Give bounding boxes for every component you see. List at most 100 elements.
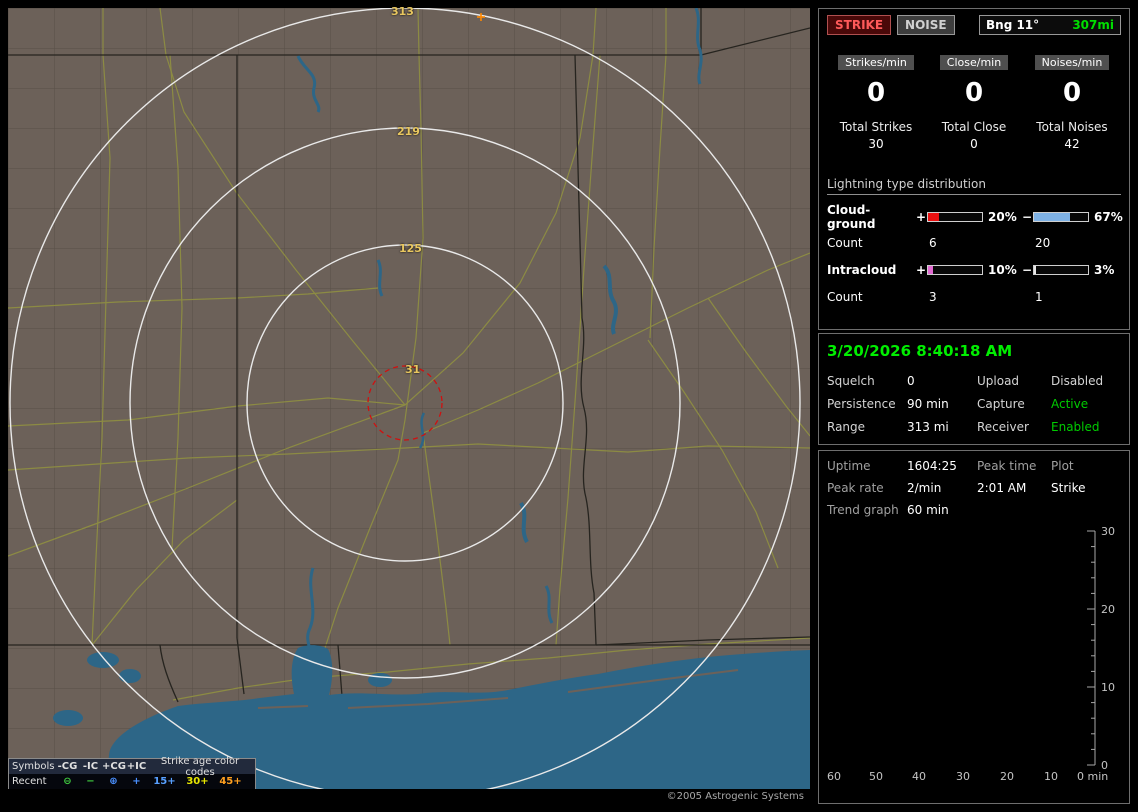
range-ring-label: 313 [391,5,414,18]
cloud-ground-label: Cloud-ground [827,203,876,231]
cg-minus-fill [1034,213,1071,221]
trend-x-labels: 60 50 40 30 20 10 0 min [827,770,1108,783]
mode-row: STRIKE NOISE Bng 11° 307mi [827,15,1121,35]
plot-value: Strike [1051,481,1086,495]
capture-label: Capture [977,397,1025,411]
ic-plus-count: 3 [929,290,937,304]
x-tick-label: 50 [869,770,883,783]
receiver-status: Enabled [1051,420,1100,434]
plus-sign: + [915,263,927,277]
total-noises-value: 42 [1064,137,1080,151]
bearing-value: Bng 11° [986,18,1040,32]
peak-time-label: Peak time [977,459,1037,473]
stats-panel: STRIKE NOISE Bng 11° 307mi Strikes/min C… [818,8,1130,330]
trend-graph-value: 60 min [907,503,949,517]
ic-plus-percent: 10% [988,263,1017,277]
peak-rate-label: Peak rate [827,481,884,495]
trend-chart: 30 20 10 0 60 50 40 30 20 10 0 min [827,525,1115,783]
bearing-display: Bng 11° 307mi [979,15,1121,35]
x-tick-label: 60 [827,770,841,783]
ic-minus-fill [1034,266,1036,274]
y-tick-label: 10 [1101,681,1115,694]
neg-ic-icon: − [86,776,95,787]
uptime-label: Uptime [827,459,871,473]
legend-col-header: -CG [57,761,78,772]
strikes-per-min-button[interactable]: Strikes/min [838,55,914,70]
legend-symbols-header: Symbols [12,761,55,772]
uptime-grid: Uptime 1604:25 Peak time Plot Peak rate … [827,459,1121,517]
ic-minus-bar [1033,265,1089,275]
distribution-count-row: Count 6 20 [827,229,1121,257]
age-code: 45+ [219,776,242,787]
neg-cg-icon: ⊖ [63,776,72,787]
receiver-label: Receiver [977,420,1029,434]
legend-row-label: Recent [12,776,47,787]
cg-plus-percent: 20% [988,210,1017,224]
noises-per-min-value: 0 [1062,78,1082,108]
sidebar: STRIKE NOISE Bng 11° 307mi Strikes/min C… [818,8,1130,804]
noise-mode-button[interactable]: NOISE [897,15,955,35]
ic-plus-bar [927,265,983,275]
copyright-bar: ©2005 Astrogenic Systems [8,789,810,805]
status-panel: 3/20/2026 8:40:18 AM Squelch 0 Upload Di… [818,333,1130,445]
trend-y-axis [1087,530,1096,766]
pos-cg-icon: ⊕ [109,776,118,787]
legend-recent-row: Recent ⊖ − ⊕ + 15+ 30+ 45+ [9,774,255,789]
rate-chips-row: Strikes/min Close/min Noises/min 0 0 0 T… [827,51,1121,151]
minus-sign: − [1021,263,1033,277]
cg-plus-bar [927,212,983,222]
distribution-row: Intracloud + 10% − 3% [827,257,1121,283]
distribution-table: Cloud-ground + 20% − 67% Count 6 20 Intr… [827,203,1123,311]
distribution-count-row: Count 3 1 [827,283,1121,311]
copyright-text: ©2005 Astrogenic Systems [666,791,804,802]
intracloud-label: Intracloud [827,263,897,277]
x-tick-label: 30 [956,770,970,783]
status-grid: Squelch 0 Upload Disabled Persistence 90… [827,374,1121,434]
squelch-value: 0 [907,374,915,388]
cg-minus-count: 20 [1035,236,1051,250]
persistence-label: Persistence [827,397,896,411]
legend-col-header: +IC [126,761,147,772]
total-close-value: 0 [970,137,978,151]
total-noises-label: Total Noises [1036,120,1108,134]
age-code: 30+ [186,776,209,787]
range-value: 313 mi [907,420,949,434]
distance-value: 307mi [1072,18,1114,32]
close-per-min-button[interactable]: Close/min [939,55,1009,70]
upload-label: Upload [977,374,1020,388]
x-zero-label: 0 min [1077,770,1108,783]
trend-y-labels: 30 20 10 0 [1101,525,1115,772]
age-code: 15+ [153,776,176,787]
y-tick-label: 20 [1101,603,1115,616]
y-tick-label: 30 [1101,525,1115,538]
distribution-title: Lightning type distribution [827,177,1121,195]
total-strikes-label: Total Strikes [839,120,913,134]
cg-plus-fill [928,213,939,221]
legend-col-header: -IC [82,761,99,772]
strikes-per-min-value: 0 [866,78,886,108]
plus-sign: + [915,210,927,224]
nexstorm-app: 313 219 125 31 Symbols -CG -IC +CG +IC S… [0,0,1138,812]
close-per-min-value: 0 [964,78,984,108]
peak-time-value: 2:01 AM [977,481,1027,495]
current-datetime: 3/20/2026 8:40:18 AM [827,342,1013,360]
uptime-value: 1604:25 [907,459,957,473]
range-ring-label: 31 [405,363,421,376]
minus-sign: − [1021,210,1033,224]
strike-mode-button[interactable]: STRIKE [827,15,892,35]
map[interactable]: 313 219 125 31 Symbols -CG -IC +CG +IC S… [7,5,811,805]
count-label: Count [827,236,863,250]
total-close-label: Total Close [941,120,1007,134]
x-tick-label: 10 [1044,770,1058,783]
x-tick-label: 40 [912,770,926,783]
persistence-value: 90 min [907,397,949,411]
count-label: Count [827,290,863,304]
ic-plus-fill [928,266,934,274]
upload-status: Disabled [1051,374,1104,388]
x-tick-label: 20 [1000,770,1014,783]
trend-panel: Uptime 1604:25 Peak time Plot Peak rate … [818,450,1130,804]
cg-plus-count: 6 [929,236,937,250]
noises-per-min-button[interactable]: Noises/min [1034,55,1110,70]
range-label: Range [827,420,866,434]
range-ring-label: 125 [399,242,422,255]
